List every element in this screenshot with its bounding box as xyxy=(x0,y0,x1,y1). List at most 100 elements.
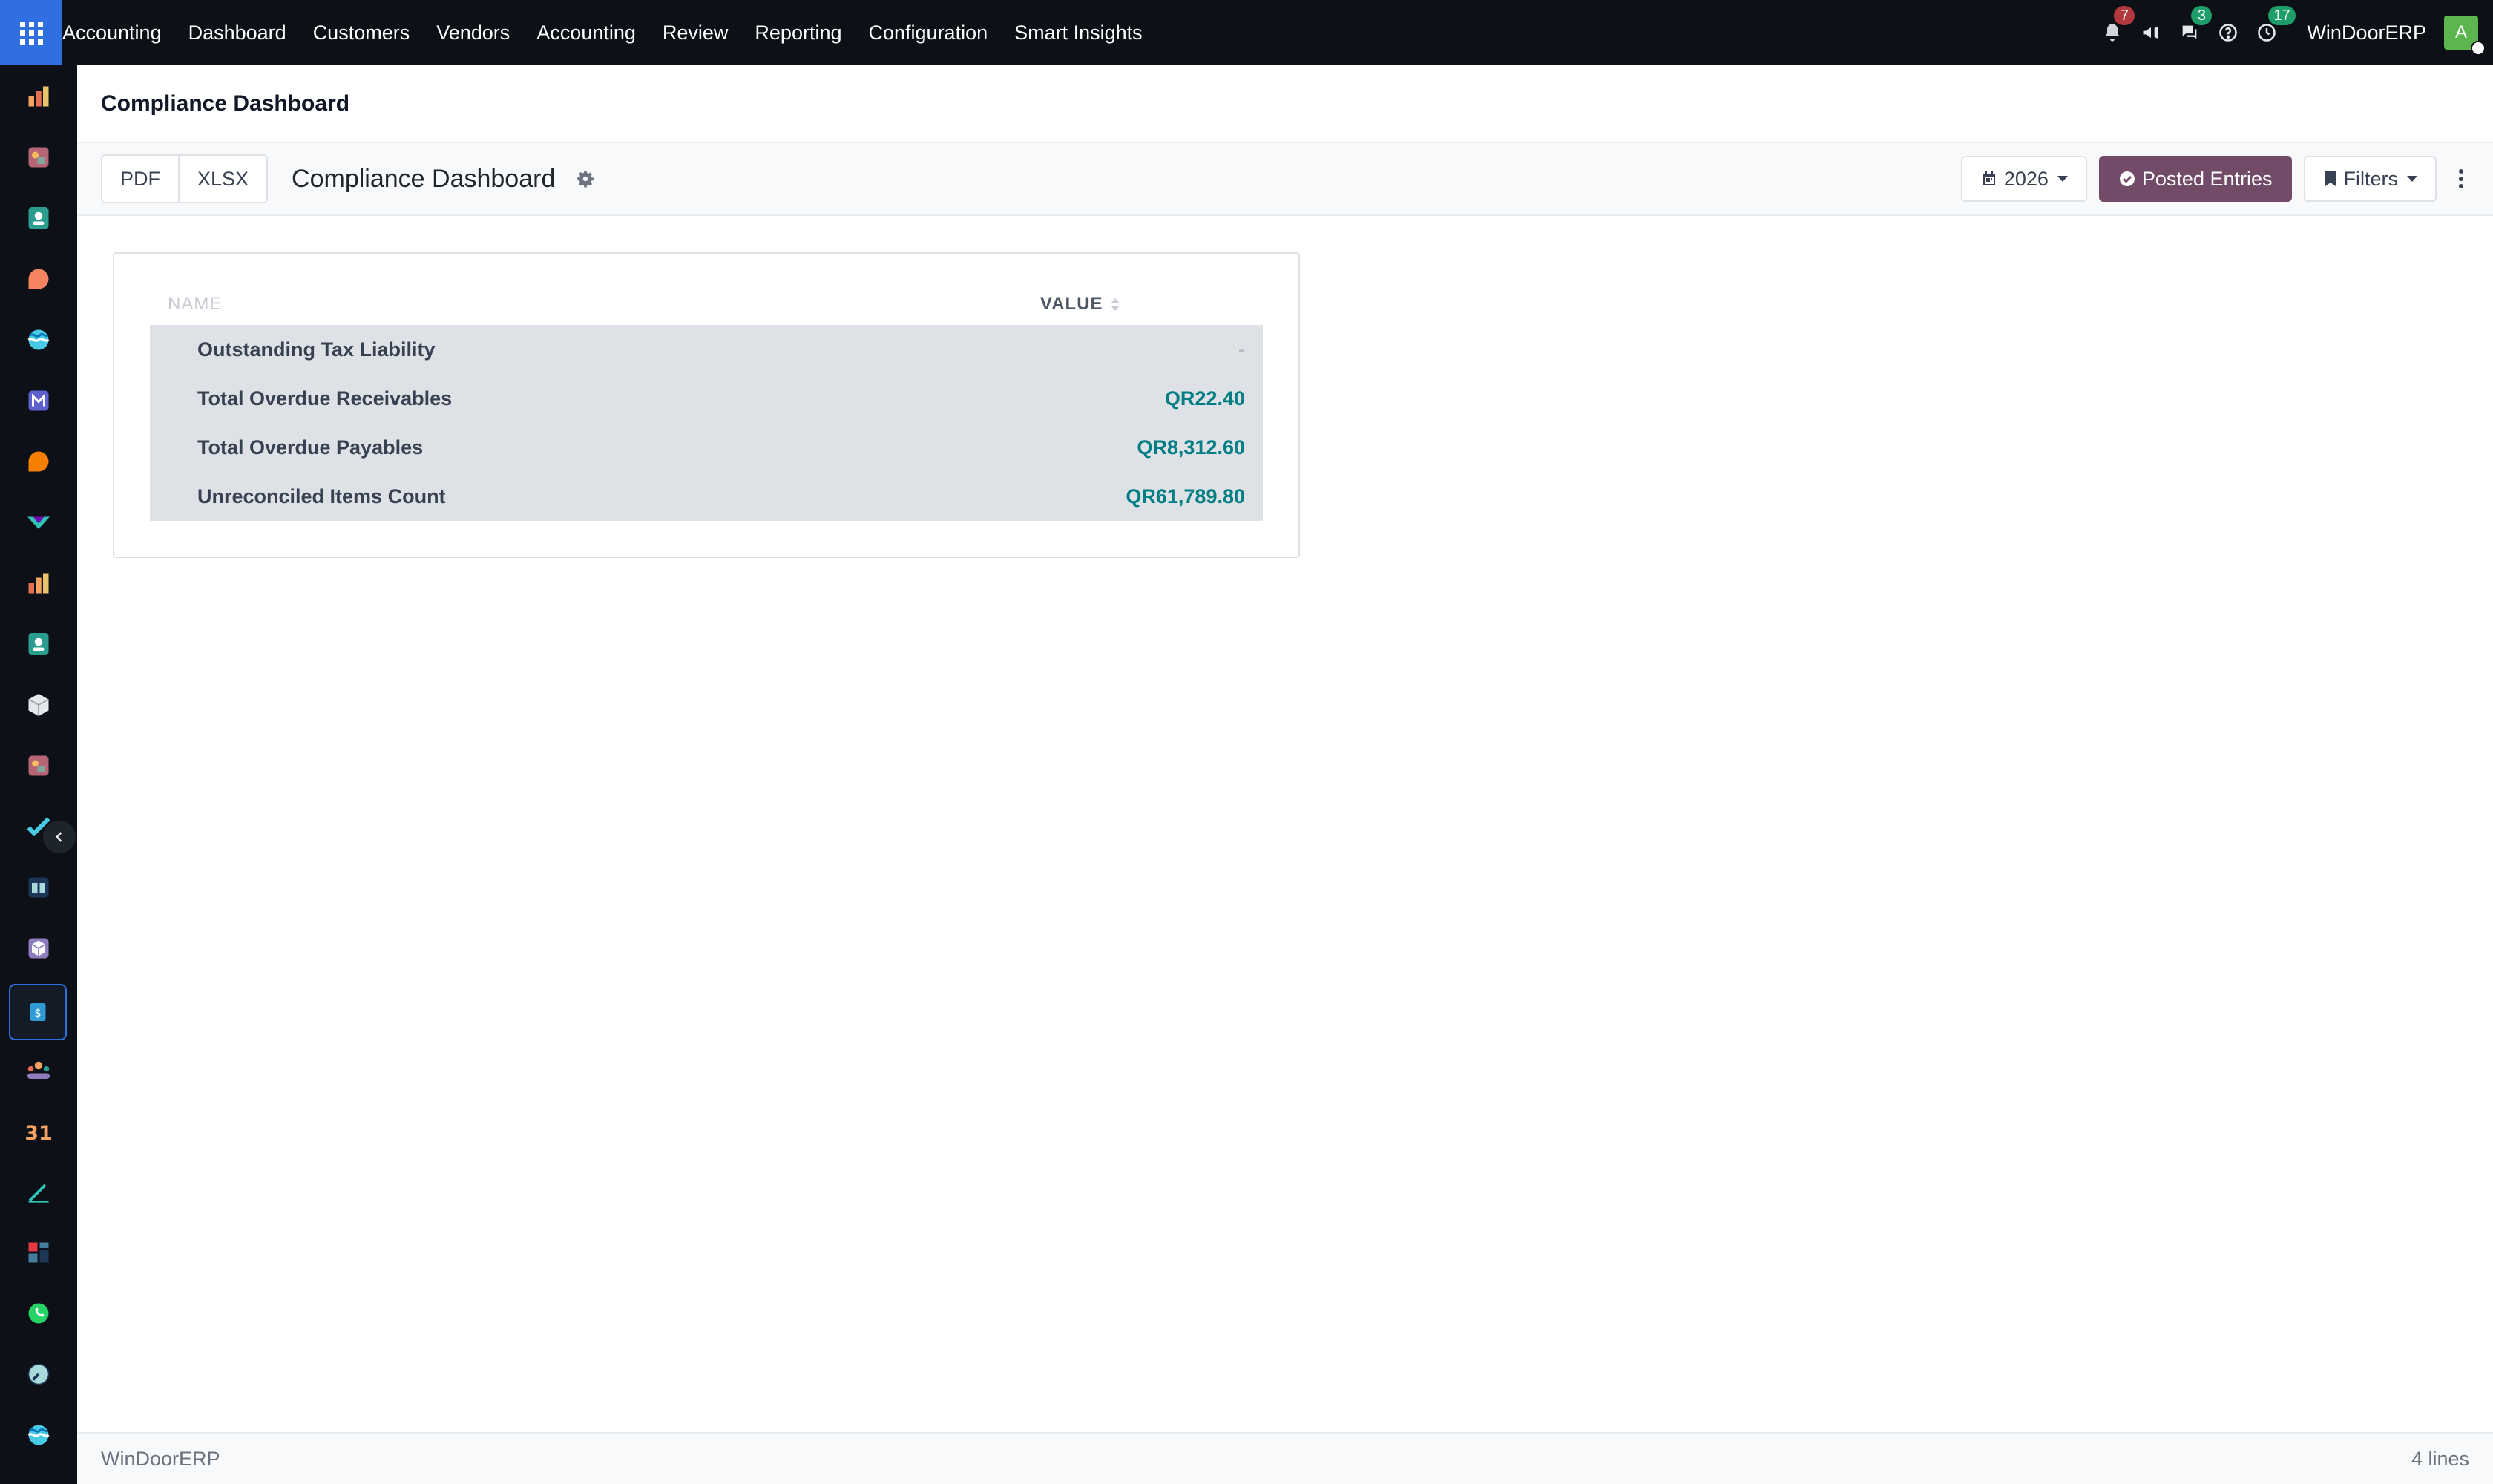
control-panel-right: 2026 Posted Entries Filters xyxy=(1949,156,2493,202)
line-count: 4 lines xyxy=(2411,1447,2469,1470)
control-panel: PDF XLSX Compliance Dashboard 2026 Poste… xyxy=(77,143,2493,216)
team-icon[interactable] xyxy=(24,1055,53,1085)
app-switcher-button[interactable] xyxy=(0,0,62,65)
purchase-icon[interactable] xyxy=(24,508,53,537)
caret-down-icon xyxy=(2057,176,2068,182)
check-circle-icon xyxy=(2119,171,2135,186)
row-value: - xyxy=(1238,338,1245,361)
livechat-icon[interactable] xyxy=(24,447,53,476)
question-circle-icon xyxy=(2219,24,2238,42)
employees-icon[interactable] xyxy=(24,629,53,659)
filters-button[interactable]: Filters xyxy=(2303,156,2437,202)
announcements-button[interactable] xyxy=(2132,0,2170,65)
inventory-icon[interactable] xyxy=(24,690,53,720)
company-switcher[interactable]: WinDoorERP xyxy=(2286,22,2444,45)
date-filter-button[interactable]: 2026 xyxy=(1960,156,2087,202)
breadcrumb: Compliance Dashboard xyxy=(77,65,2493,143)
bell-icon xyxy=(2106,24,2120,42)
chevron-left-icon xyxy=(55,832,62,842)
messages-button[interactable]: 3 xyxy=(2170,0,2213,65)
report-card: NAME VALUE Outstanding Tax Liability - T… xyxy=(113,252,1300,558)
posted-entries-label: Posted Entries xyxy=(2141,167,2273,190)
presence-dot xyxy=(2471,41,2486,56)
contacts-icon[interactable] xyxy=(24,203,53,233)
row-label: Unreconciled Items Count xyxy=(197,485,446,508)
sign-icon[interactable] xyxy=(24,1177,53,1206)
calendar-icon xyxy=(1983,171,1995,186)
invoicing-icon[interactable]: $ xyxy=(9,984,67,1040)
clock-icon xyxy=(2258,24,2276,42)
export-button-group: PDF XLSX xyxy=(101,154,269,203)
row-label: Total Overdue Payables xyxy=(197,436,424,459)
caret-down-icon xyxy=(2407,176,2417,182)
notifications-button[interactable]: 7 xyxy=(2093,0,2135,65)
sort-icon xyxy=(1110,298,1120,311)
menu-dashboard[interactable]: Dashboard xyxy=(175,22,300,45)
crm-icon[interactable] xyxy=(24,751,53,781)
table-row[interactable]: Outstanding Tax Liability - xyxy=(150,325,1263,374)
report-settings-button[interactable] xyxy=(576,168,597,189)
menu-review[interactable]: Review xyxy=(649,22,742,45)
column-header-value[interactable]: VALUE xyxy=(1040,294,1120,315)
menu-vendors[interactable]: Vendors xyxy=(423,22,523,45)
row-value[interactable]: QR8,312.60 xyxy=(1137,436,1245,459)
menu-customers[interactable]: Customers xyxy=(300,22,424,45)
time-off-icon[interactable] xyxy=(24,1359,53,1389)
column-header-name: NAME xyxy=(168,294,223,314)
table-row[interactable]: Total Overdue Receivables QR22.40 xyxy=(150,374,1263,423)
top-navbar: Accounting Dashboard Customers Vendors A… xyxy=(0,0,2493,65)
menu-smart-insights[interactable]: Smart Insights xyxy=(1001,22,1156,45)
calendar-icon[interactable]: 31 xyxy=(24,1116,53,1146)
whatsapp-icon[interactable] xyxy=(24,1298,53,1328)
menu-configuration[interactable]: Configuration xyxy=(855,22,1002,45)
export-xlsx-button[interactable]: XLSX xyxy=(178,156,267,202)
accounting-icon[interactable] xyxy=(24,82,53,111)
email-marketing-icon[interactable] xyxy=(24,386,53,416)
menu-accounting[interactable]: Accounting xyxy=(523,22,649,45)
menu-reporting[interactable]: Reporting xyxy=(741,22,855,45)
more-options-icon[interactable] xyxy=(2459,169,2463,188)
table-body: Outstanding Tax Liability - Total Overdu… xyxy=(150,325,1263,521)
table-header: NAME VALUE xyxy=(150,289,1263,319)
row-label: Total Overdue Receivables xyxy=(197,387,453,410)
svg-text:$: $ xyxy=(34,1006,42,1020)
chat-bubbles-icon xyxy=(2183,25,2197,39)
knowledge-icon[interactable] xyxy=(24,873,53,902)
row-value[interactable]: QR22.40 xyxy=(1165,387,1245,410)
svg-text:31: 31 xyxy=(25,1122,52,1144)
dashboards-icon[interactable] xyxy=(24,1238,53,1267)
website-icon[interactable] xyxy=(24,1420,53,1450)
sales-icon[interactable] xyxy=(24,142,53,172)
table-row[interactable]: Total Overdue Payables QR8,312.60 xyxy=(150,423,1263,472)
date-filter-label: 2026 xyxy=(2003,167,2049,190)
status-footer: WinDoorERP 4 lines xyxy=(77,1432,2493,1484)
app-sidebar: $ 31 xyxy=(0,65,77,1484)
footer-company: WinDoorERP xyxy=(101,1447,220,1470)
megaphone-icon xyxy=(2143,26,2158,39)
table-row[interactable]: Unreconciled Items Count QR61,789.80 xyxy=(150,472,1263,521)
apps-grid-icon xyxy=(19,21,43,45)
gear-icon xyxy=(577,171,594,188)
posted-entries-button[interactable]: Posted Entries xyxy=(2098,156,2292,202)
export-pdf-button[interactable]: PDF xyxy=(102,156,178,202)
activities-button[interactable]: 17 xyxy=(2247,0,2296,65)
column-header-value-label: VALUE xyxy=(1040,294,1103,314)
menu-app-name[interactable]: Accounting xyxy=(62,22,175,45)
help-button[interactable] xyxy=(2209,0,2247,65)
user-avatar[interactable]: A xyxy=(2444,16,2486,56)
activities-badge: 17 xyxy=(2268,6,2296,25)
report-title: Compliance Dashboard xyxy=(292,164,556,193)
sidebar-collapse-button[interactable] xyxy=(43,821,76,853)
manufacturing-icon[interactable] xyxy=(24,933,53,963)
systray: 7 3 17 WinDoorERP A xyxy=(2093,0,2493,65)
bookmark-icon xyxy=(2325,171,2336,186)
main-menu: Accounting Dashboard Customers Vendors A… xyxy=(62,0,1156,65)
row-value[interactable]: QR61,789.80 xyxy=(1126,485,1245,508)
avatar-initial: A xyxy=(2454,22,2467,42)
page-title: Compliance Dashboard xyxy=(101,91,350,116)
reporting-icon[interactable] xyxy=(24,568,53,598)
website-icon[interactable] xyxy=(24,325,53,355)
filters-label: Filters xyxy=(2343,167,2399,190)
discuss-icon[interactable] xyxy=(24,264,53,294)
row-label: Outstanding Tax Liability xyxy=(197,338,436,361)
